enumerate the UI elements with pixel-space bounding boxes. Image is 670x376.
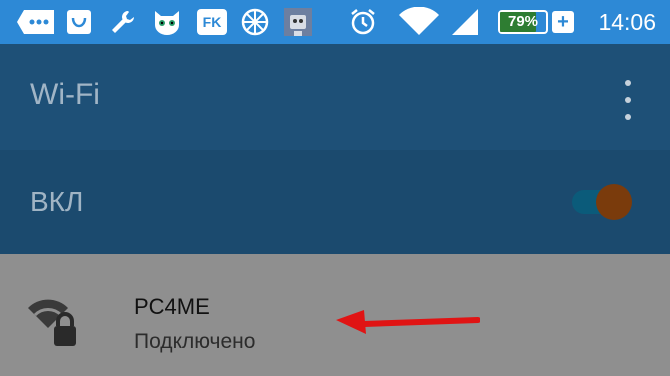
robot-app-icon[interactable] (282, 7, 314, 37)
more-vert-icon[interactable] (618, 80, 638, 120)
red-arrow-annotation (336, 310, 480, 334)
charging-icon: + (552, 11, 574, 33)
clock: 14:06 (598, 9, 656, 35)
network-status: Подключено (134, 330, 256, 353)
battery-percent: 79% (507, 13, 539, 30)
wifi-toggle-row[interactable]: ВКЛ (0, 150, 670, 254)
app-toolbar: Wi-Fi (0, 44, 670, 150)
more-icon[interactable] (16, 7, 56, 37)
network-name: PC4ME (134, 294, 210, 319)
cat-app-icon[interactable] (150, 7, 184, 37)
wifi-lock-icon (28, 299, 76, 346)
shopping-bag-icon[interactable] (64, 7, 94, 37)
status-bar: FK 79% + 14:06 (0, 0, 670, 44)
cell-signal-icon (450, 7, 480, 37)
alarm-icon (348, 7, 378, 37)
fk-app-icon[interactable]: FK (196, 7, 228, 37)
battery-indicator: 79% (498, 10, 548, 34)
wrench-icon[interactable] (108, 7, 138, 37)
wifi-signal-icon (398, 7, 440, 37)
globe-app-icon[interactable] (240, 7, 270, 37)
wifi-toggle-label: ВКЛ (30, 186, 84, 217)
wifi-switch-thumb[interactable] (596, 184, 632, 220)
page-title: Wi-Fi (30, 78, 100, 111)
